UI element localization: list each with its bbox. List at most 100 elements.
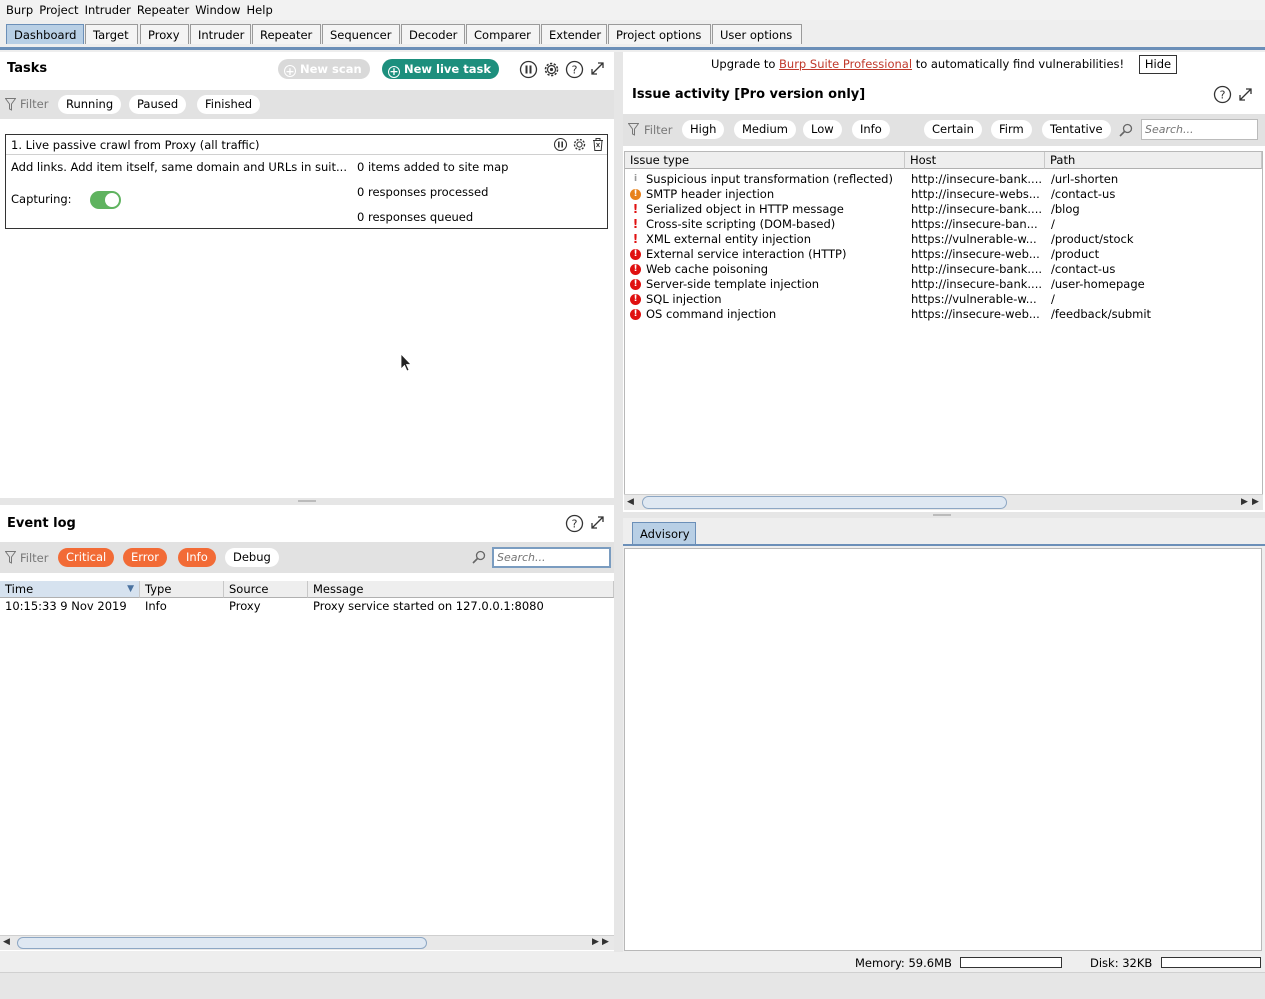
column-header-time[interactable]: Time ▼ [0, 581, 140, 598]
scroll-right-arrow-icon[interactable]: ▶ [1241, 497, 1248, 507]
pause-icon[interactable] [519, 60, 538, 79]
expand-icon[interactable] [589, 514, 606, 531]
tab-advisory[interactable]: Advisory [632, 522, 696, 544]
window-bottom-edge [0, 972, 1265, 999]
tab-comparer[interactable]: Comparer [466, 24, 540, 44]
filter-icon[interactable] [628, 123, 639, 136]
filter-finished[interactable]: Finished [197, 95, 261, 114]
column-header-issue-type[interactable]: Issue type [625, 152, 905, 169]
task-gear-icon[interactable] [572, 137, 587, 152]
column-header-source[interactable]: Source [224, 581, 308, 598]
table-row[interactable]: ! SQL injection https://vulnerable-w... / [625, 292, 1262, 307]
tab-user-options[interactable]: User options [712, 24, 802, 44]
tab-extender[interactable]: Extender [541, 24, 607, 44]
filter-error[interactable]: Error [123, 548, 168, 567]
scroll-left-arrow-icon[interactable]: ◀ [627, 497, 634, 507]
filter-critical[interactable]: Critical [58, 548, 115, 567]
issue-type-cell: Serialized object in HTTP message [646, 202, 844, 216]
issue-search-input[interactable] [1141, 119, 1258, 140]
filter-icon[interactable] [5, 98, 16, 111]
issue-type-cell: SMTP header injection [646, 187, 775, 201]
task-name: 1. Live passive crawl from Proxy (all tr… [11, 138, 260, 152]
scrollbar-thumb[interactable] [642, 496, 1007, 509]
menu-help[interactable]: Help [247, 0, 273, 17]
tab-decoder[interactable]: Decoder [401, 24, 465, 44]
main-tab-bar: Dashboard Target Proxy Intruder Repeater… [0, 21, 1265, 50]
column-header-type[interactable]: Type [140, 581, 224, 598]
column-header-host[interactable]: Host [905, 152, 1045, 169]
table-row[interactable]: ! XML external entity injection https://vu… [625, 232, 1262, 247]
filter-paused[interactable]: Paused [129, 95, 187, 114]
table-row[interactable]: 10:15:33 9 Nov 2019 Info Proxy Proxy ser… [0, 599, 614, 614]
menu-repeater[interactable]: Repeater [137, 0, 189, 17]
column-header-path[interactable]: Path [1045, 152, 1262, 169]
table-row[interactable]: ! OS command injection https://insecure-we… [625, 307, 1262, 322]
expand-icon[interactable] [1237, 86, 1254, 103]
search-icon [472, 550, 486, 564]
filter-running[interactable]: Running [58, 95, 122, 114]
menu-project[interactable]: Project [39, 0, 78, 17]
filter-icon[interactable] [5, 551, 16, 564]
task-card[interactable]: 1. Live passive crawl from Proxy (all tr… [5, 134, 608, 229]
expand-icon[interactable] [589, 60, 606, 77]
filter-firm[interactable]: Firm [991, 120, 1032, 139]
scroll-right-arrow-icon[interactable]: ▶ [1252, 497, 1259, 507]
new-scan-button[interactable]: + New scan [278, 59, 370, 79]
advisory-tab-bar: Advisory [623, 518, 1265, 546]
table-row[interactable]: i Suspicious input transformation (reflec… [625, 172, 1262, 187]
new-live-task-button[interactable]: + New live task [382, 59, 499, 79]
menu-intruder[interactable]: Intruder [85, 0, 131, 17]
tasks-eventlog-splitter[interactable] [0, 498, 614, 505]
tab-project-options[interactable]: Project options [608, 24, 711, 44]
table-row[interactable]: ! Server-side template injection http://in… [625, 277, 1262, 292]
menu-window[interactable]: Window [195, 0, 240, 17]
gear-icon[interactable] [542, 60, 561, 79]
filter-info[interactable]: Info [852, 120, 890, 139]
tab-intruder[interactable]: Intruder [190, 24, 251, 44]
help-icon[interactable]: ? [1213, 85, 1232, 104]
table-row[interactable]: ! Serialized object in HTTP message http:/… [625, 202, 1262, 217]
issue-horizontal-scrollbar[interactable]: ◀ ▶ ▶ [624, 494, 1263, 510]
tab-dashboard[interactable]: Dashboard [6, 24, 84, 44]
table-row[interactable]: ! Cross-site scripting (DOM-based) https:/… [625, 217, 1262, 232]
trash-icon[interactable] [591, 137, 605, 152]
filter-high[interactable]: High [682, 120, 725, 139]
upgrade-link[interactable]: Burp Suite Professional [779, 57, 912, 71]
filter-info[interactable]: Info [178, 548, 216, 567]
tab-sequencer[interactable]: Sequencer [322, 24, 400, 44]
scroll-left-arrow-icon[interactable]: ◀ [3, 937, 10, 947]
help-icon[interactable]: ? [565, 60, 584, 79]
issue-path-cell: /user-homepage [1051, 277, 1145, 291]
filter-certain[interactable]: Certain [924, 120, 982, 139]
table-row[interactable]: ! Web cache poisoning http://insecure-bank… [625, 262, 1262, 277]
column-header-message[interactable]: Message [308, 581, 614, 598]
issue-type-cell: Suspicious input transformation (reflect… [646, 172, 893, 186]
event-log-search-input[interactable] [492, 547, 611, 568]
filter-low[interactable]: Low [803, 120, 842, 139]
hide-button[interactable]: Hide [1139, 55, 1177, 74]
table-row[interactable]: ! External service interaction (HTTP) http… [625, 247, 1262, 262]
task-pause-icon[interactable] [553, 137, 568, 152]
advisory-content [624, 548, 1262, 951]
table-row[interactable]: ! SMTP header injection http://insecure-we… [625, 187, 1262, 202]
svg-text:?: ? [1220, 89, 1226, 102]
issue-path-cell: /url-shorten [1051, 172, 1119, 186]
tab-proxy[interactable]: Proxy [140, 24, 189, 44]
filter-debug[interactable]: Debug [225, 548, 279, 567]
event-log-horizontal-scrollbar[interactable]: ◀ ▶ ▶ [0, 935, 614, 950]
capturing-toggle[interactable] [90, 191, 121, 209]
vertical-splitter[interactable] [614, 52, 623, 952]
tab-repeater[interactable]: Repeater [252, 24, 321, 44]
menu-burp[interactable]: Burp [6, 0, 33, 17]
scrollbar-thumb[interactable] [17, 937, 427, 949]
filter-medium[interactable]: Medium [734, 120, 796, 139]
tab-target[interactable]: Target [85, 24, 138, 44]
row-source: Proxy [229, 599, 261, 613]
filter-tentative[interactable]: Tentative [1042, 120, 1111, 139]
help-icon[interactable]: ? [565, 514, 584, 533]
issue-type-cell: XML external entity injection [646, 232, 811, 246]
scroll-right-arrow-icon[interactable]: ▶ [602, 937, 609, 947]
scroll-right-arrow-icon[interactable]: ▶ [592, 937, 599, 947]
memory-bar [960, 957, 1062, 968]
issue-host-cell: http://insecure-bank.... [911, 172, 1043, 186]
